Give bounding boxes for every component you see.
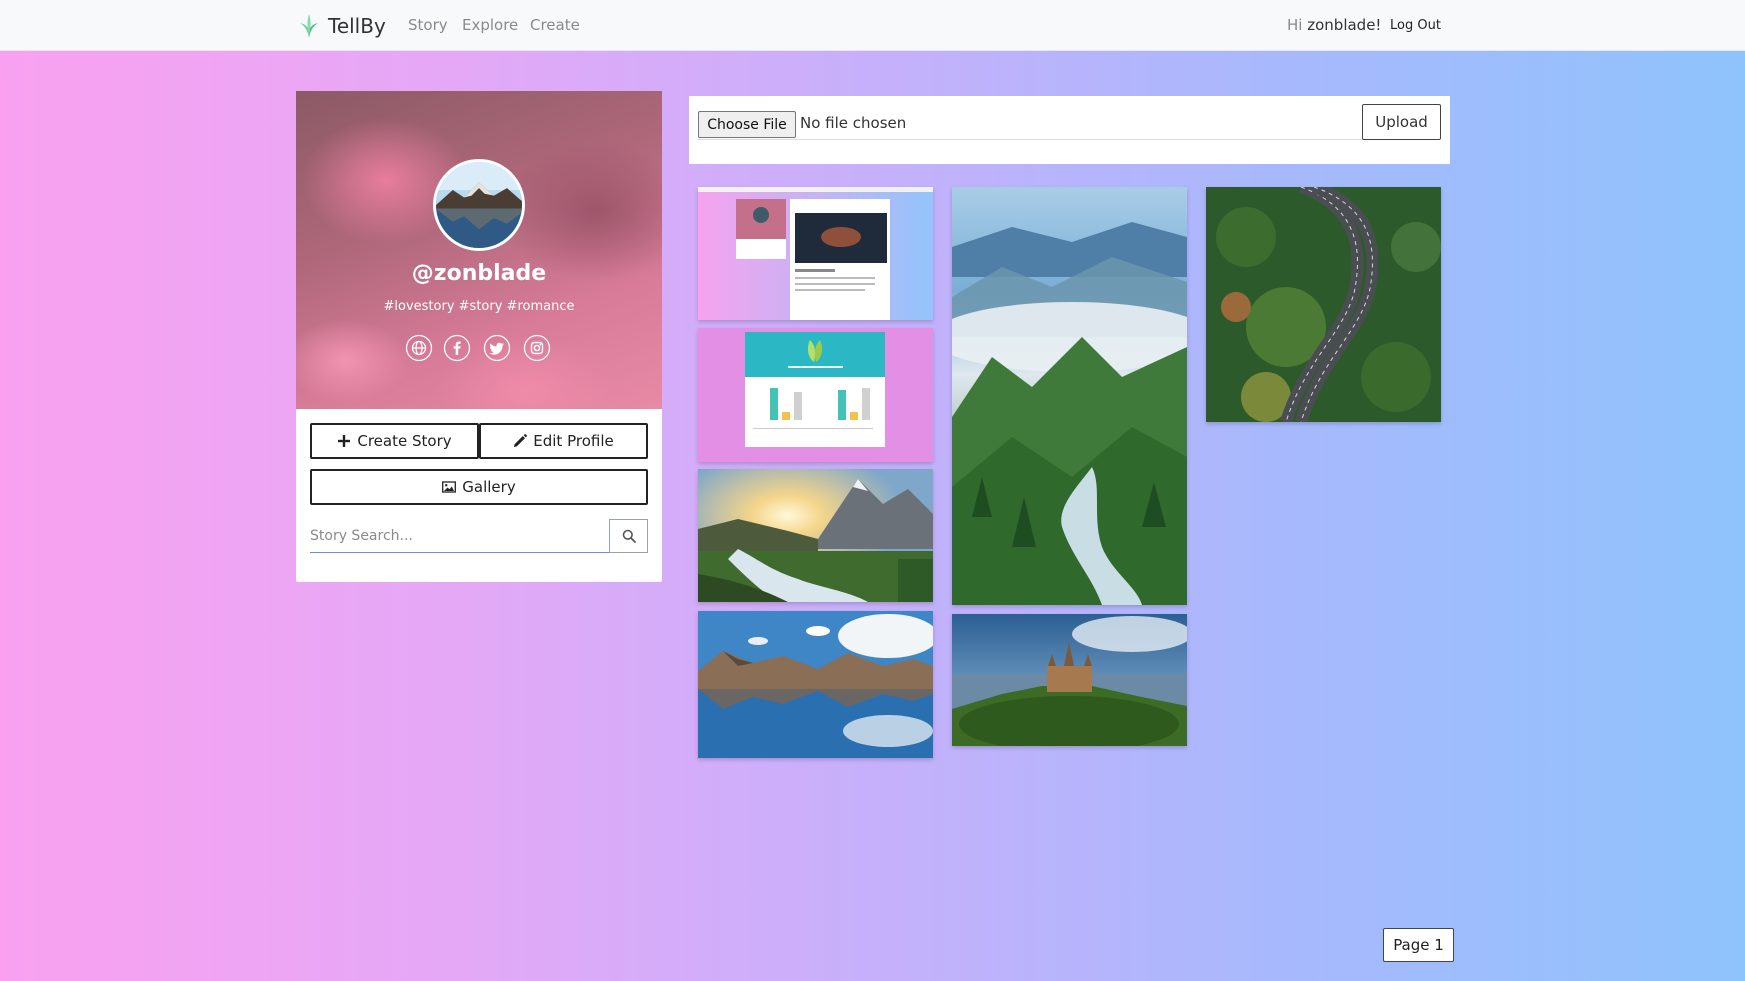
- avatar-image: [436, 162, 522, 248]
- page-indicator-button[interactable]: Page 1: [1383, 928, 1454, 962]
- gallery-image-chart-screenshot[interactable]: [698, 328, 933, 462]
- gallery-image-waterfall[interactable]: [698, 469, 933, 602]
- gallery-image-lake-reflection[interactable]: [698, 611, 933, 758]
- profile-handle: @zonblade: [411, 261, 547, 286]
- nav-explore-link[interactable]: Explore: [462, 16, 518, 34]
- greeting-prefix: Hi: [1287, 16, 1303, 34]
- profile-tags: #lovestory #story #romance: [383, 299, 575, 314]
- leaf-logo-icon: [300, 14, 318, 38]
- gallery-image-misty-valley[interactable]: [952, 187, 1187, 605]
- gallery-image-forest-road[interactable]: [1206, 187, 1441, 422]
- choose-file-button[interactable]: Choose File: [698, 111, 796, 138]
- create-story-button[interactable]: Create Story: [310, 423, 479, 459]
- brand-name: TellBy: [328, 14, 386, 38]
- globe-icon[interactable]: [405, 334, 433, 362]
- edit-profile-button[interactable]: Edit Profile: [479, 423, 648, 459]
- user-greeting: Hi zonblade!: [1287, 16, 1381, 34]
- logout-link[interactable]: Log Out: [1390, 18, 1441, 33]
- twitter-icon[interactable]: [483, 334, 511, 362]
- brand[interactable]: TellBy: [296, 11, 386, 41]
- gallery-button[interactable]: Gallery: [310, 469, 648, 505]
- gallery-image-profile-screenshot[interactable]: [698, 187, 933, 320]
- story-search-input[interactable]: [310, 519, 610, 553]
- nav-story-link[interactable]: Story: [408, 16, 448, 34]
- gallery-label: Gallery: [462, 478, 516, 496]
- file-status: No file chosen: [800, 114, 907, 132]
- search-icon: [622, 529, 636, 543]
- pencil-icon: [514, 434, 528, 447]
- file-input-underline: [698, 139, 1379, 140]
- facebook-icon[interactable]: [443, 334, 471, 362]
- search-button[interactable]: [609, 519, 648, 553]
- plus-icon: [338, 435, 351, 447]
- top-navbar: TellBy Story Explore Create Hi zonblade!…: [0, 0, 1745, 51]
- create-story-label: Create Story: [357, 432, 452, 450]
- profile-cover: @zonblade #lovestory #story #romance: [296, 91, 662, 409]
- image-icon: [442, 481, 457, 493]
- upload-button[interactable]: Upload: [1362, 104, 1441, 140]
- upload-panel: Choose File No file chosen Upload: [689, 96, 1450, 164]
- instagram-icon[interactable]: [523, 334, 551, 362]
- edit-profile-label: Edit Profile: [533, 432, 614, 450]
- gallery-image-castle[interactable]: [952, 614, 1187, 746]
- profile-card: @zonblade #lovestory #story #romance Cre…: [296, 91, 662, 582]
- nav-create-link[interactable]: Create: [530, 16, 580, 34]
- avatar[interactable]: [433, 159, 525, 251]
- greeting-username: zonblade!: [1307, 16, 1382, 34]
